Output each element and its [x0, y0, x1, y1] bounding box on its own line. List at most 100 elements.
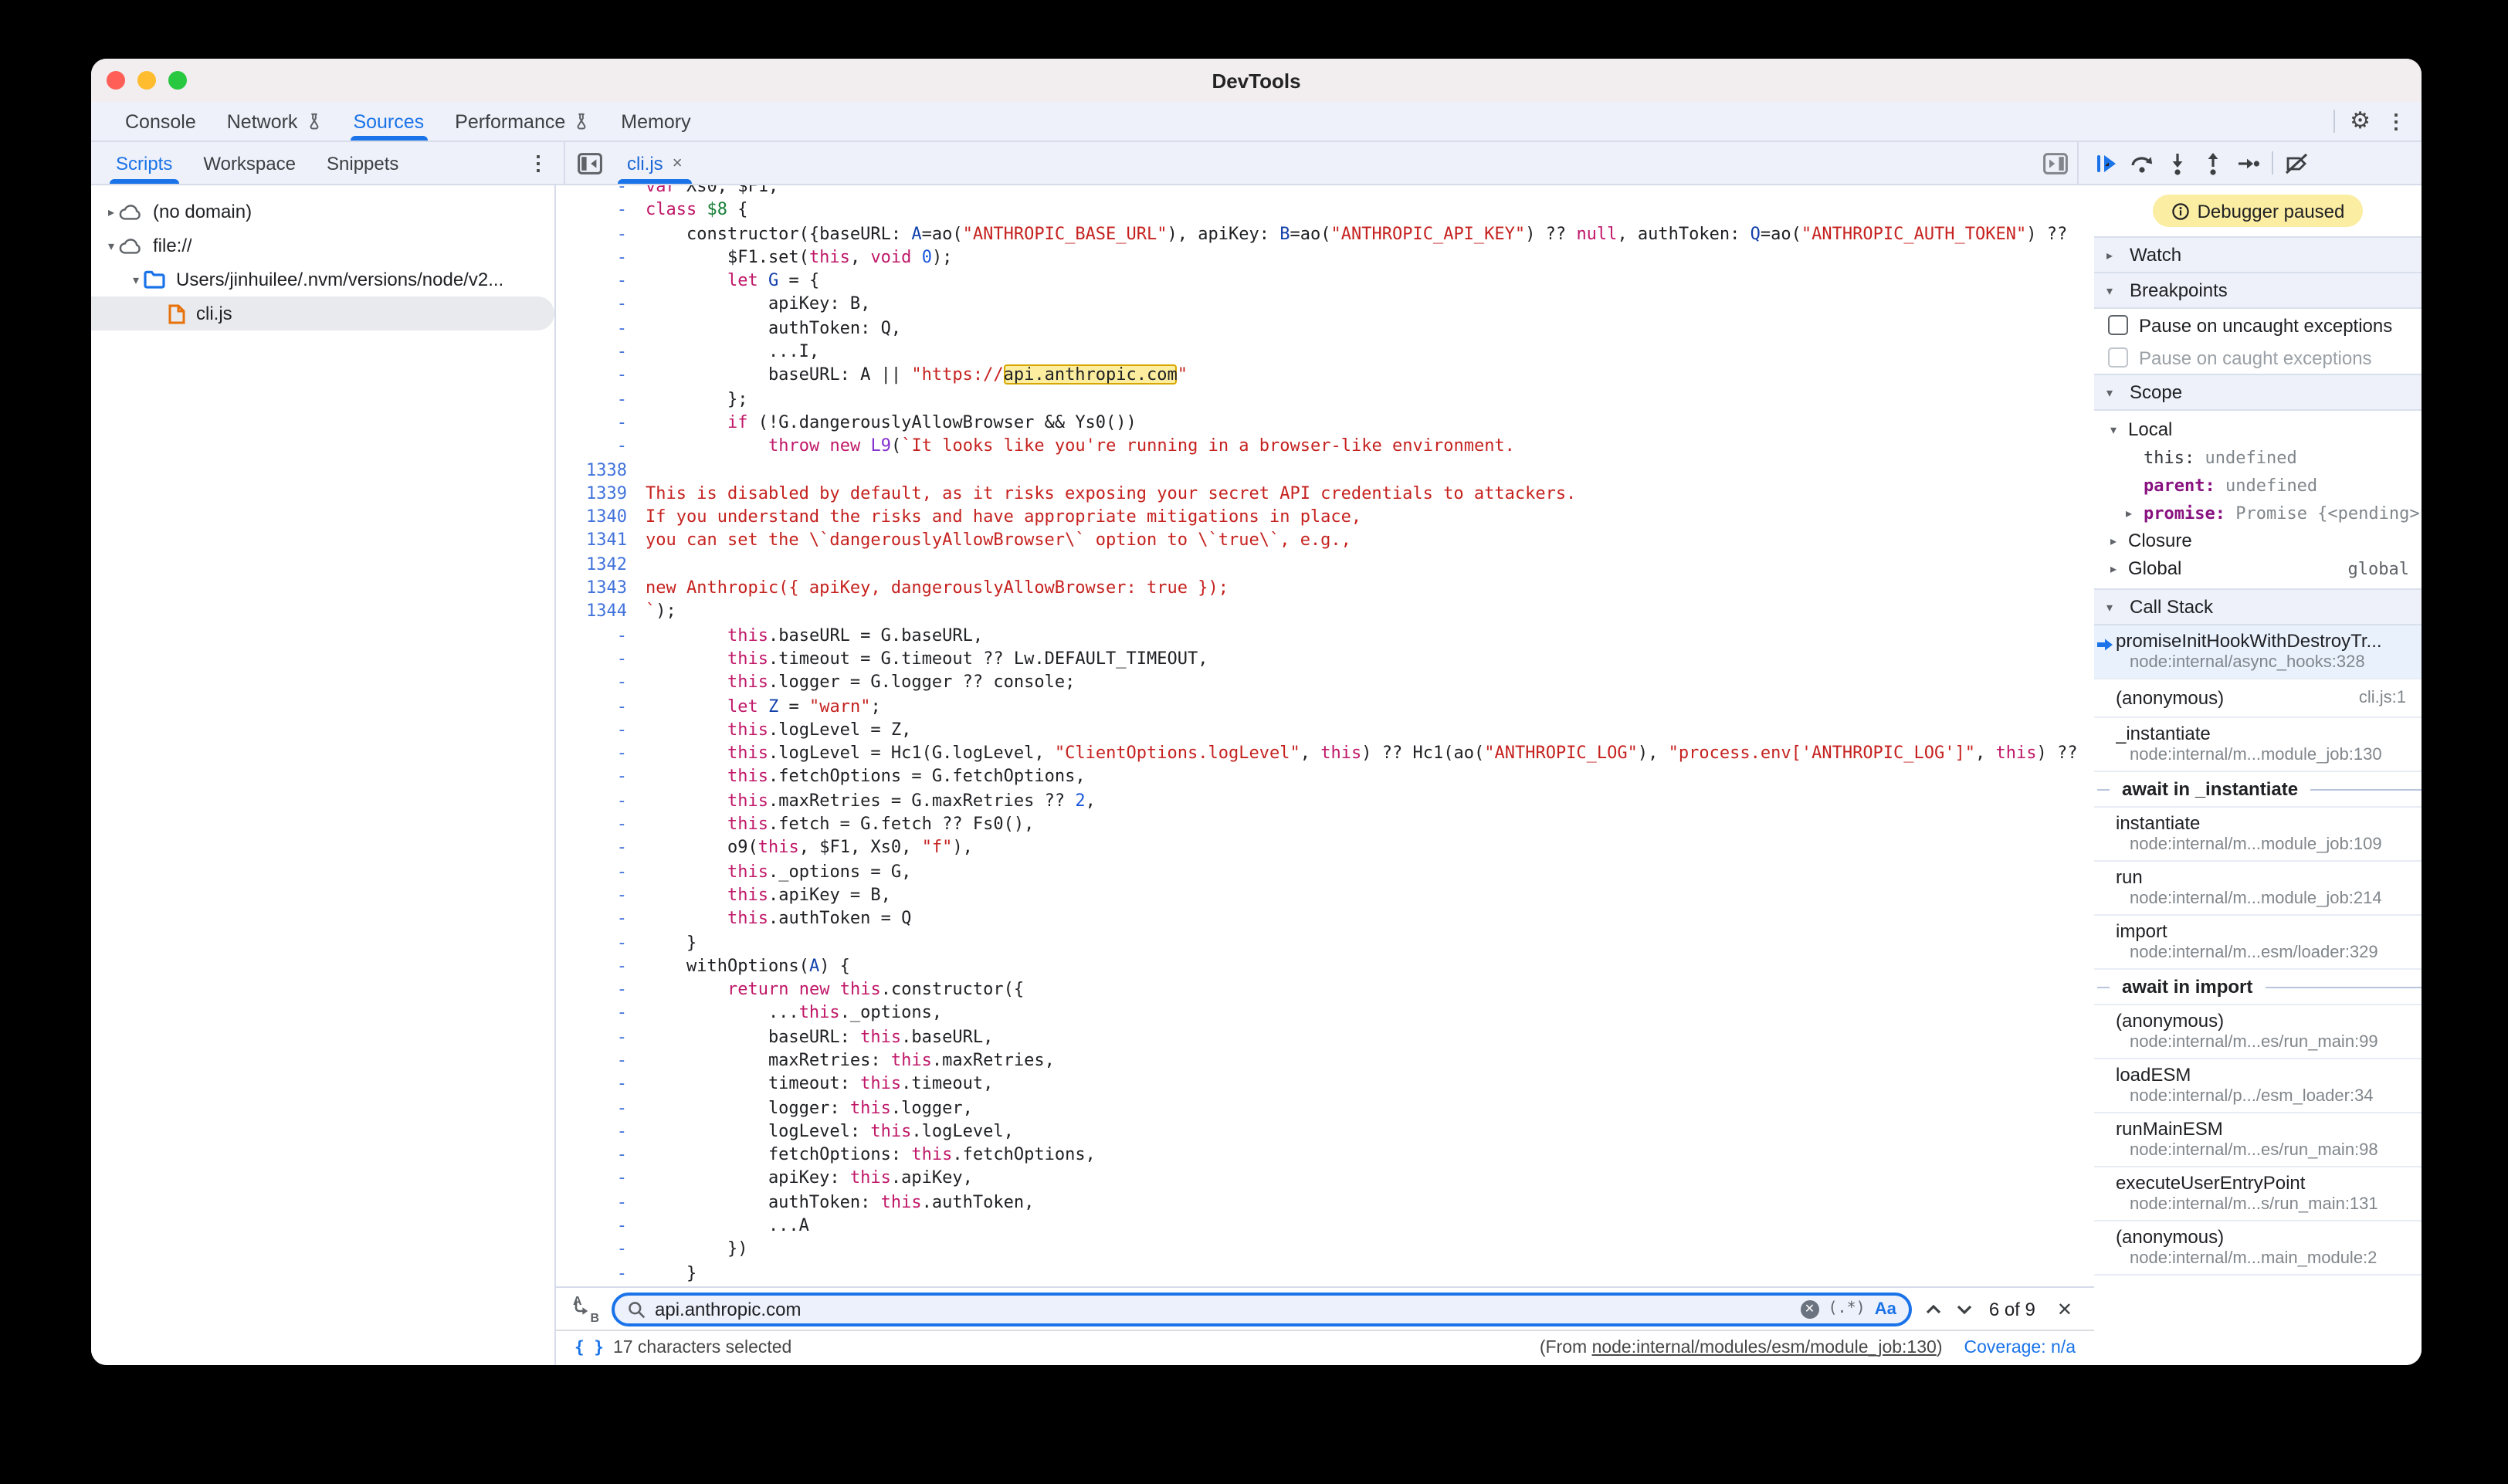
scope-group-local[interactable]: ▾Local	[2094, 415, 2422, 443]
navigator-tab-scripts[interactable]: Scripts	[100, 142, 188, 184]
hide-debugger-sidebar-icon[interactable]	[2043, 152, 2068, 174]
code-text[interactable]: this.authToken = Q	[646, 906, 2094, 930]
tree-expand-icon[interactable]: ▸	[103, 205, 119, 219]
line-number[interactable]: -	[556, 954, 646, 978]
code-text[interactable]: withOptions(A) {	[646, 954, 2094, 978]
line-number[interactable]: -	[556, 317, 646, 341]
main-tab-sources[interactable]: Sources	[337, 102, 439, 141]
call-stack-frame[interactable]: importnode:internal/m...esm/loader:329	[2094, 916, 2422, 970]
deactivate-breakpoints-icon[interactable]	[2284, 151, 2309, 175]
scope-variable-this[interactable]: this: undefined	[2094, 443, 2422, 471]
code-text[interactable]: this._options = G,	[646, 859, 2094, 883]
code-text[interactable]: ...A	[646, 1214, 2094, 1238]
line-number[interactable]: -	[556, 977, 646, 1001]
scope-group-global[interactable]: ▸Globalglobal	[2094, 554, 2422, 582]
code-text[interactable]: maxRetries: this.maxRetries,	[646, 1049, 2094, 1072]
code-text[interactable]: let G = {	[646, 269, 2094, 293]
line-number[interactable]: -	[556, 718, 646, 742]
code-text[interactable]: this.logLevel = Hc1(G.logLevel, "ClientO…	[646, 741, 2094, 765]
line-number[interactable]: -	[556, 647, 646, 671]
line-number[interactable]: -	[556, 269, 646, 293]
code-text[interactable]: $F1.set(this, void 0);	[646, 246, 2094, 269]
line-number[interactable]: -	[556, 411, 646, 435]
call-stack-frame[interactable]: executeUserEntryPointnode:internal/m...s…	[2094, 1167, 2422, 1221]
line-number[interactable]: -	[556, 185, 646, 198]
line-number[interactable]: -	[556, 1025, 646, 1049]
call-stack-frame[interactable]: loadESMnode:internal/p.../esm_loader:34	[2094, 1059, 2422, 1113]
line-number[interactable]: -	[556, 859, 646, 883]
call-stack-frame[interactable]: promiseInitHookWithDestroyTr...node:inte…	[2094, 625, 2422, 679]
main-tab-network[interactable]: Network	[212, 102, 338, 141]
resume-script-icon[interactable]	[2094, 151, 2119, 175]
code-text[interactable]: If you understand the risks and have app…	[646, 505, 2094, 529]
tree-expand-icon[interactable]: ▾	[128, 273, 144, 286]
code-text[interactable]: timeout: this.timeout,	[646, 1072, 2094, 1096]
step-into-icon[interactable]	[2165, 151, 2190, 175]
call-stack-frame[interactable]: instantiatenode:internal/m...module_job:…	[2094, 808, 2422, 862]
line-number[interactable]: 1344	[556, 600, 646, 624]
code-text[interactable]: This is disabled by default, as it risks…	[646, 482, 2094, 506]
scope-expand-icon[interactable]: ▸	[2122, 506, 2136, 520]
code-text[interactable]: apiKey: this.apiKey,	[646, 1167, 2094, 1191]
line-number[interactable]: -	[556, 1001, 646, 1025]
regex-toggle-icon[interactable]: (.*)	[1828, 1300, 1866, 1317]
line-number[interactable]: -	[556, 293, 646, 317]
call-stack-section-header[interactable]: ▾Call Stack	[2094, 588, 2422, 625]
code-text[interactable]: baseURL: A || "https://api.anthropic.com…	[646, 364, 2094, 388]
code-text[interactable]: logger: this.logger,	[646, 1096, 2094, 1120]
scope-group-closure[interactable]: ▸Closure	[2094, 527, 2422, 554]
line-number[interactable]: -	[556, 1120, 646, 1143]
scope-expand-icon[interactable]: ▾	[2106, 422, 2120, 436]
code-text[interactable]: o9(this, $F1, Xs0, "f"),	[646, 836, 2094, 860]
code-text[interactable]: })	[646, 1238, 2094, 1262]
coverage-link[interactable]: Coverage: n/a	[1964, 1339, 2076, 1357]
next-match-icon[interactable]	[1955, 1299, 1974, 1318]
code-text[interactable]: this.timeout = G.timeout ?? Lw.DEFAULT_T…	[646, 647, 2094, 671]
tree-item-file-[interactable]: ▾file://	[91, 229, 554, 263]
code-text[interactable]: class $8 {	[646, 198, 2094, 222]
code-text[interactable]: var Xs0, $F1;	[646, 185, 2094, 198]
line-number[interactable]: 1343	[556, 576, 646, 600]
line-number[interactable]: -	[556, 1214, 646, 1238]
line-number[interactable]: -	[556, 1191, 646, 1215]
code-text[interactable]: fetchOptions: this.fetchOptions,	[646, 1143, 2094, 1167]
code-text[interactable]: `);	[646, 600, 2094, 624]
line-number[interactable]: 1341	[556, 529, 646, 553]
close-find-icon[interactable]: ✕	[2051, 1298, 2079, 1320]
replace-toggle-icon[interactable]: A B	[571, 1295, 599, 1323]
line-number[interactable]: 1342	[556, 553, 646, 577]
code-text[interactable]: ...this._options,	[646, 1001, 2094, 1025]
line-number[interactable]: 1338	[556, 458, 646, 482]
line-number[interactable]: -	[556, 670, 646, 694]
line-number[interactable]: -	[556, 222, 646, 246]
code-text[interactable]: }	[646, 1261, 2094, 1285]
line-number[interactable]: -	[556, 246, 646, 269]
previous-match-icon[interactable]	[1924, 1299, 1943, 1318]
line-number[interactable]: -	[556, 741, 646, 765]
scope-expand-icon[interactable]: ▸	[2106, 534, 2120, 547]
code-text[interactable]: constructor({baseURL: A=ao("ANTHROPIC_BA…	[646, 222, 2094, 246]
line-number[interactable]: -	[556, 1049, 646, 1072]
code-text[interactable]: apiKey: B,	[646, 293, 2094, 317]
call-stack-frame[interactable]: runMainESMnode:internal/m...es/run_main:…	[2094, 1113, 2422, 1167]
breakpoints-section-header[interactable]: ▾Breakpoints	[2094, 273, 2422, 309]
tab-cli-js[interactable]: cli.js ×	[615, 142, 695, 184]
line-number[interactable]: -	[556, 1261, 646, 1285]
match-case-toggle[interactable]: Aa	[1875, 1299, 1896, 1318]
navigator-more-icon[interactable]: ⋮	[528, 151, 548, 176]
more-options-icon[interactable]: ⋮	[2386, 109, 2406, 134]
line-number[interactable]: -	[556, 1238, 646, 1262]
tree-item--no-domain-[interactable]: ▸(no domain)	[91, 195, 554, 229]
line-number[interactable]: -	[556, 340, 646, 364]
from-source-link[interactable]: node:internal/modules/esm/module_job:130	[1592, 1339, 1937, 1357]
tab-close-icon[interactable]: ×	[673, 154, 683, 172]
watch-section-header[interactable]: ▸Watch	[2094, 236, 2422, 273]
code-text[interactable]: new Anthropic({ apiKey, dangerouslyAllow…	[646, 576, 2094, 600]
tree-item-cli-js[interactable]: cli.js	[91, 296, 554, 330]
code-text[interactable]: if (!G.dangerouslyAllowBrowser && Ys0())	[646, 411, 2094, 435]
code-text[interactable]: ...I,	[646, 340, 2094, 364]
navigator-tab-snippets[interactable]: Snippets	[311, 142, 414, 184]
code-area[interactable]: -var Xs0, $F1;-class $8 {- constructor({…	[556, 185, 2094, 1286]
tree-expand-icon[interactable]: ▾	[103, 239, 119, 252]
checkbox[interactable]	[2108, 315, 2128, 335]
